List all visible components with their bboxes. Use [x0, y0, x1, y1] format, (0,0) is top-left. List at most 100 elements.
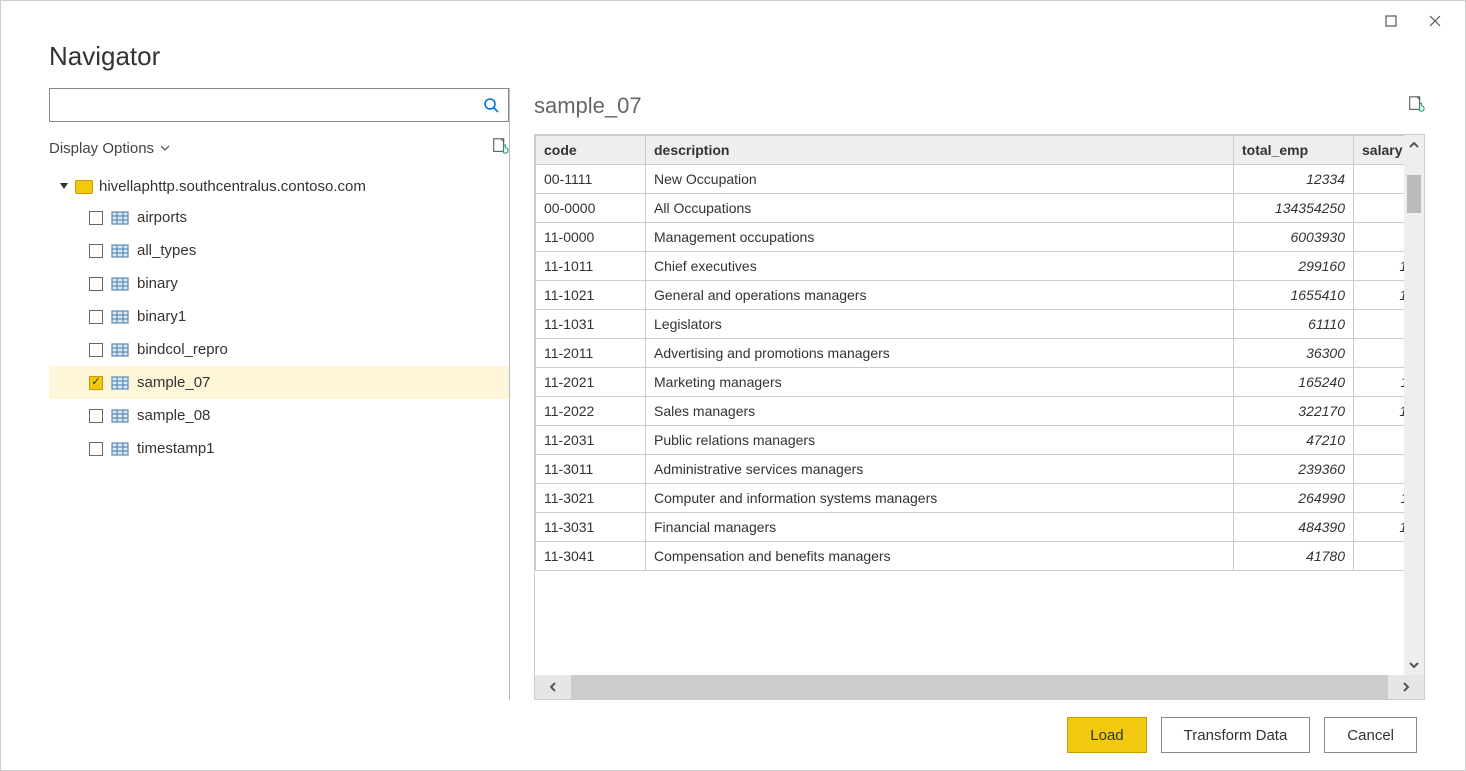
column-header[interactable]: total_emp: [1234, 136, 1354, 165]
cell: 61110: [1234, 310, 1354, 339]
cell: 00-1111: [536, 165, 646, 194]
dialog-title: Navigator: [1, 41, 1465, 88]
cell: 6003930: [1234, 223, 1354, 252]
tree-item[interactable]: binary1: [49, 300, 509, 333]
column-header[interactable]: description: [646, 136, 1234, 165]
cell: Marketing managers: [646, 368, 1234, 397]
scroll-right-icon[interactable]: [1388, 675, 1424, 699]
table-row[interactable]: 11-2021Marketing managers16524011: [536, 368, 1424, 397]
close-button[interactable]: [1413, 7, 1457, 35]
checkbox[interactable]: [89, 343, 103, 357]
table-row[interactable]: 11-2011Advertising and promotions manage…: [536, 339, 1424, 368]
checkbox[interactable]: [89, 211, 103, 225]
load-button[interactable]: Load: [1067, 717, 1146, 753]
horizontal-scrollbar[interactable]: [535, 675, 1424, 699]
table-row[interactable]: 11-3021Computer and information systems …: [536, 484, 1424, 513]
table-icon: [111, 244, 129, 258]
display-options-dropdown[interactable]: Display Options: [49, 140, 170, 157]
tree-item[interactable]: sample_08: [49, 399, 509, 432]
table-row[interactable]: 11-3031Financial managers48439010: [536, 513, 1424, 542]
cell: 11-2011: [536, 339, 646, 368]
table-row[interactable]: 11-1021General and operations managers16…: [536, 281, 1424, 310]
tree-item[interactable]: all_types: [49, 234, 509, 267]
tree-item[interactable]: binary: [49, 267, 509, 300]
tree-item-label: timestamp1: [137, 440, 215, 457]
tree-item[interactable]: bindcol_repro: [49, 333, 509, 366]
tree-item-label: sample_08: [137, 407, 210, 424]
chevron-down-icon: [160, 140, 170, 157]
checkbox[interactable]: [89, 409, 103, 423]
cell: 36300: [1234, 339, 1354, 368]
cell: Compensation and benefits managers: [646, 542, 1234, 571]
cell: 299160: [1234, 252, 1354, 281]
table-row[interactable]: 11-2031Public relations managers472109: [536, 426, 1424, 455]
tree-item-label: bindcol_repro: [137, 341, 228, 358]
tree-root-node[interactable]: hivellaphttp.southcentralus.contoso.com: [49, 172, 509, 201]
tree-item[interactable]: airports: [49, 201, 509, 234]
checkbox[interactable]: [89, 310, 103, 324]
cell: 11-3021: [536, 484, 646, 513]
navigator-dialog: Navigator Display Options: [0, 0, 1466, 771]
table-icon: [111, 277, 129, 291]
cell: Chief executives: [646, 252, 1234, 281]
search-input[interactable]: [50, 97, 474, 113]
maximize-button[interactable]: [1369, 7, 1413, 35]
cell: 11-1011: [536, 252, 646, 281]
table-row[interactable]: 00-1111New Occupation12334: [536, 165, 1424, 194]
cell: Advertising and promotions managers: [646, 339, 1234, 368]
tree-item-label: all_types: [137, 242, 196, 259]
source-tree: hivellaphttp.southcentralus.contoso.com …: [49, 172, 509, 700]
preview-pane: sample_07 codedescriptiontotal_empsalary: [534, 88, 1425, 700]
left-pane: Display Options: [49, 88, 509, 700]
checkbox[interactable]: [89, 442, 103, 456]
search-box[interactable]: [49, 88, 509, 122]
cell: 11-2022: [536, 397, 646, 426]
cell: 1655410: [1234, 281, 1354, 310]
table-row[interactable]: 11-3041Compensation and benefits manager…: [536, 542, 1424, 571]
transform-data-button[interactable]: Transform Data: [1161, 717, 1311, 753]
table-row[interactable]: 11-0000Management occupations60039309: [536, 223, 1424, 252]
cell: 11-2021: [536, 368, 646, 397]
checkbox[interactable]: [89, 376, 103, 390]
cell: 134354250: [1234, 194, 1354, 223]
cell: Legislators: [646, 310, 1234, 339]
cancel-button[interactable]: Cancel: [1324, 717, 1417, 753]
cell: 264990: [1234, 484, 1354, 513]
column-header[interactable]: code: [536, 136, 646, 165]
refresh-preview-icon[interactable]: [491, 137, 509, 160]
table-row[interactable]: 00-0000All Occupations1343542504: [536, 194, 1424, 223]
cell: 00-0000: [536, 194, 646, 223]
cell: 11-3011: [536, 455, 646, 484]
tree-item-label: sample_07: [137, 374, 210, 391]
table-row[interactable]: 11-3011Administrative services managers2…: [536, 455, 1424, 484]
checkbox[interactable]: [89, 277, 103, 291]
tree-item[interactable]: timestamp1: [49, 432, 509, 465]
cell: 11-1031: [536, 310, 646, 339]
table-row[interactable]: 11-1031Legislators611103: [536, 310, 1424, 339]
cell: 41780: [1234, 542, 1354, 571]
scroll-down-icon[interactable]: [1408, 655, 1420, 675]
tree-item-label: binary: [137, 275, 178, 292]
checkbox[interactable]: [89, 244, 103, 258]
cell: Financial managers: [646, 513, 1234, 542]
collapse-icon[interactable]: [59, 178, 69, 195]
scroll-up-icon[interactable]: [1408, 135, 1420, 155]
preview-table: codedescriptiontotal_empsalary 00-1111Ne…: [535, 135, 1424, 571]
cell: 165240: [1234, 368, 1354, 397]
search-icon[interactable]: [474, 89, 508, 121]
table-row[interactable]: 11-2022Sales managers32217010: [536, 397, 1424, 426]
vertical-scrollbar[interactable]: [1404, 135, 1424, 675]
hscroll-thumb[interactable]: [571, 675, 1388, 699]
cell: All Occupations: [646, 194, 1234, 223]
cell: 12334: [1234, 165, 1354, 194]
tree-item[interactable]: sample_07: [49, 366, 509, 399]
cell: 11-1021: [536, 281, 646, 310]
table-row[interactable]: 11-1011Chief executives29916015: [536, 252, 1424, 281]
table-icon: [111, 442, 129, 456]
refresh-icon[interactable]: [1407, 95, 1425, 118]
scroll-thumb[interactable]: [1407, 175, 1421, 213]
scroll-left-icon[interactable]: [535, 675, 571, 699]
folder-icon: [75, 180, 93, 194]
cell: Sales managers: [646, 397, 1234, 426]
table-icon: [111, 343, 129, 357]
